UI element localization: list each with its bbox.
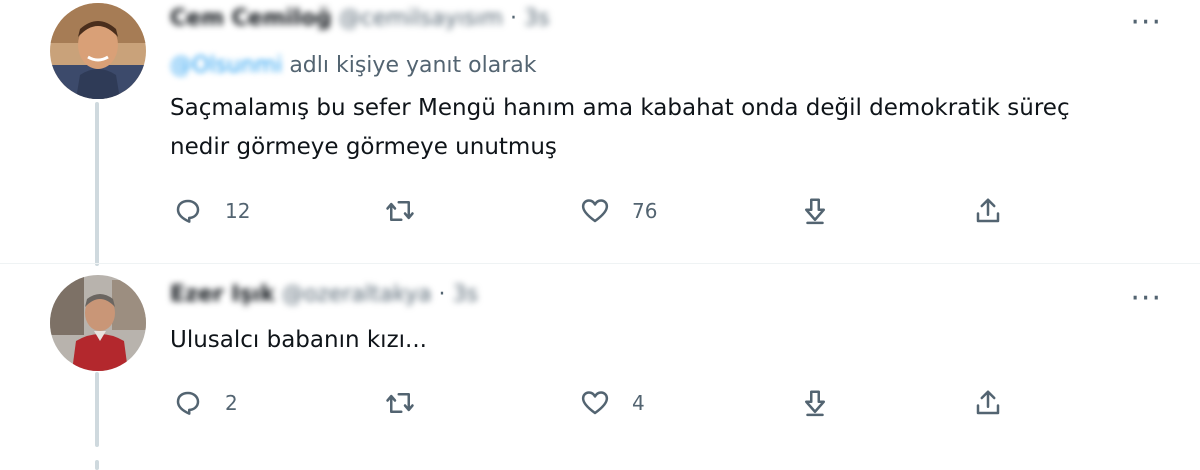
download-button[interactable] (800, 388, 830, 418)
like-icon (581, 391, 609, 415)
avatar[interactable] (50, 3, 146, 99)
timestamp[interactable]: 3s (524, 6, 549, 31)
reply-button[interactable]: 12 (173, 196, 250, 226)
tweet-text: Ulusalcı babanın kızı... (170, 327, 427, 353)
reply-to-label: adlı kişiye yanıt olarak (289, 53, 537, 78)
download-icon (805, 198, 825, 225)
avatar[interactable] (50, 275, 146, 371)
user-name[interactable]: Cem Cemiloğ @cemilsayısım (170, 6, 503, 31)
reply-icon (176, 391, 200, 415)
retweet-icon (386, 393, 414, 413)
like-count: 76 (632, 199, 658, 223)
timestamp[interactable]: 3s (452, 282, 477, 307)
retweet-icon (386, 201, 414, 221)
like-button[interactable]: 4 (580, 388, 645, 418)
share-icon (976, 390, 1000, 415)
divider (0, 263, 1200, 264)
more-icon[interactable]: ··· (1130, 8, 1162, 38)
tweet-header: Ezer Işık @ozeraltakya · 3s (170, 282, 478, 307)
like-count: 4 (632, 391, 645, 415)
thread-line (95, 102, 99, 266)
retweet-button[interactable] (385, 196, 437, 226)
download-icon (805, 390, 825, 417)
reply-count: 2 (225, 391, 238, 415)
like-icon (581, 199, 609, 223)
reply-icon (176, 199, 200, 223)
separator: · (509, 6, 517, 31)
like-button[interactable]: 76 (580, 196, 657, 226)
download-button[interactable] (800, 196, 830, 226)
thread-line (95, 372, 99, 447)
user-name[interactable]: Ezer Işık @ozeraltakya (170, 282, 431, 307)
separator: · (438, 282, 446, 307)
reply-mention-link[interactable]: @Olsunmi (170, 53, 282, 78)
thread-line (95, 460, 99, 470)
tweet-text: Saçmalamış bu sefer Mengü hanım ama kaba… (170, 95, 1070, 160)
reply-count: 12 (225, 199, 251, 223)
share-button[interactable] (973, 196, 1003, 226)
more-icon[interactable]: ··· (1130, 284, 1162, 314)
share-button[interactable] (973, 388, 1003, 418)
share-icon (976, 198, 1000, 223)
retweet-button[interactable] (385, 388, 437, 418)
reply-button[interactable]: 2 (173, 388, 238, 418)
tweet-header: Cem Cemiloğ @cemilsayısım · 3s (170, 6, 549, 31)
reply-to-line: @Olsunmi adlı kişiye yanıt olarak (170, 53, 536, 78)
